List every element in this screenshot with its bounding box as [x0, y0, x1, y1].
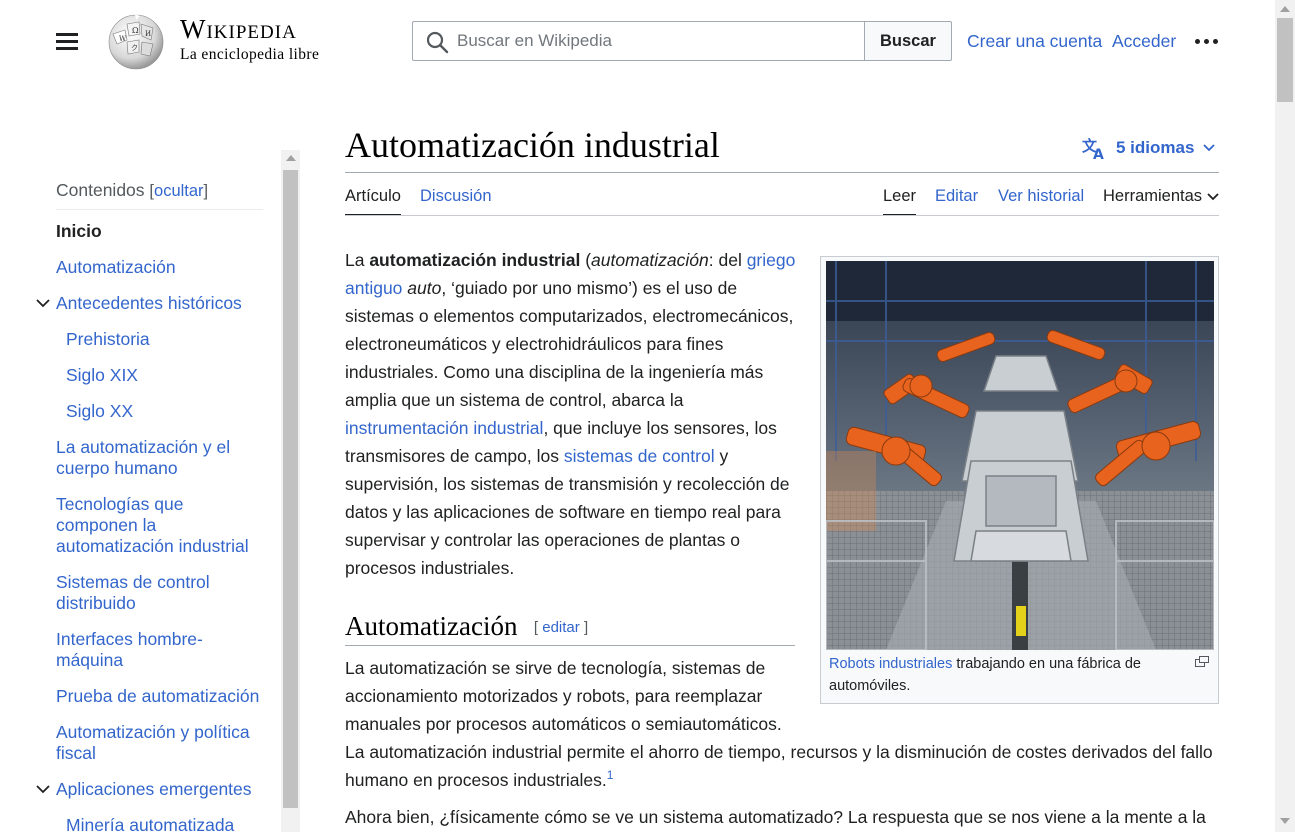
enlarge-icon[interactable] [1195, 656, 1209, 668]
section-edit-wrapper: [ editar ] [533, 619, 589, 636]
language-selector-button[interactable]: 文 A 5 idiomas [1082, 134, 1216, 162]
toc-header: Contenidos [ocultar] [56, 180, 263, 210]
toc-item-siglo-xix[interactable]: Siglo XIX [66, 365, 266, 386]
section-paragraph-1: La automatización se sirve de tecnología… [345, 658, 782, 734]
reference-link[interactable]: 1 [607, 768, 614, 782]
wikipedia-tagline: La enciclopedia libre [180, 46, 320, 63]
section-heading-automatizacion: Automatización [ editar ] [345, 611, 795, 646]
language-count: 5 idiomas [1116, 138, 1195, 157]
toc-item-inicio[interactable]: Inicio [56, 221, 266, 242]
page-title: Automatización industrial [345, 125, 720, 165]
tab-read[interactable]: Leer [883, 187, 916, 206]
toc-item-prehistoria[interactable]: Prehistoria [66, 329, 266, 350]
intro-paragraph: La automatización industrial (automatiza… [345, 246, 800, 582]
wikipedia-globe-logo[interactable]: Ω W И ク [105, 12, 167, 70]
toc-item-politica-fiscal[interactable]: Automatización y política fiscal [56, 722, 261, 764]
toc-item-prueba[interactable]: Prueba de automatización [56, 686, 271, 707]
wordmark-text: Wikipedia [180, 14, 297, 44]
link-sistemas-de-control[interactable]: sistemas de control [564, 446, 715, 466]
toc-hide-link[interactable]: ocultar [154, 182, 204, 200]
svg-text:Ω: Ω [132, 26, 139, 35]
toc-item-aplicaciones[interactable]: Aplicaciones emergentes [56, 779, 271, 800]
toc-item-cuerpo-humano[interactable]: La automatización y el cuerpo humano [56, 437, 256, 479]
svg-text:A: A [1093, 147, 1104, 160]
toc-item-mineria[interactable]: Minería automatizada [66, 815, 271, 832]
translate-icon: 文 A [1082, 137, 1104, 160]
intro-text: La [345, 250, 370, 270]
site-header: Ω W И ク Wikipedia La enciclopedia libre … [0, 0, 1275, 82]
toc-scrollbar-thumb[interactable] [283, 170, 298, 808]
section-paragraph-2: La automatización industrial permite el … [345, 738, 1225, 794]
toc-item-interfaces[interactable]: Interfaces hombre-máquina [56, 629, 216, 671]
paragraph-text: La automatización industrial permite el … [345, 742, 1213, 790]
svg-text:И: И [145, 30, 151, 38]
toc-item-control-distribuido[interactable]: Sistemas de control distribuido [56, 572, 256, 614]
toc-scroll-up-arrow[interactable] [286, 155, 296, 161]
more-options-icon[interactable] [1194, 30, 1220, 52]
intro-italic-term: automatización [591, 250, 709, 270]
chevron-down-icon[interactable] [36, 784, 50, 794]
intro-italic-auto: auto [407, 278, 442, 298]
page-scrollbar-track[interactable] [1275, 0, 1295, 832]
toc-item-siglo-xx[interactable]: Siglo XX [66, 401, 266, 422]
section-heading-text: Automatización [345, 611, 518, 641]
toc-hide-link-wrapper: [ocultar] [149, 182, 209, 200]
link-instrumentacion-industrial[interactable]: instrumentación industrial [345, 418, 543, 438]
chevron-down-icon[interactable] [36, 298, 50, 308]
figure-caption: Robots industriales trabajando en una fá… [829, 653, 1189, 697]
page-scroll-up-arrow[interactable] [1280, 6, 1290, 12]
page-scrollbar-thumb[interactable] [1277, 18, 1293, 102]
search-icon [426, 31, 449, 54]
infobox-figure: Robots industriales trabajando en una fá… [820, 256, 1219, 704]
tab-article[interactable]: Artículo [345, 187, 401, 206]
tab-discussion[interactable]: Discusión [420, 187, 492, 206]
tab-history[interactable]: Ver historial [998, 187, 1084, 206]
toc-item-automatizacion[interactable]: Automatización [56, 257, 266, 278]
search-button[interactable]: Buscar [864, 21, 952, 61]
toc-item-tecnologias[interactable]: Tecnologías que componen la automatizaci… [56, 494, 256, 557]
table-of-contents: Contenidos [ocultar] [56, 180, 278, 210]
intro-text: ( [580, 250, 592, 270]
main-menu-icon[interactable] [52, 26, 82, 56]
chevron-down-icon [1203, 144, 1216, 152]
section-paragraph-3: Ahora bien, ¿físicamente cómo se ve un s… [345, 807, 1206, 827]
title-divider [345, 172, 1219, 173]
intro-text: : del [708, 250, 747, 270]
intro-bold-term: automatización industrial [369, 250, 581, 270]
link-robots-industriales[interactable]: Robots industriales [829, 656, 952, 672]
wikipedia-wordmark[interactable]: Wikipedia [180, 14, 297, 45]
svg-text:ク: ク [131, 44, 138, 52]
toc-heading: Contenidos [56, 180, 145, 200]
tab-edit[interactable]: Editar [935, 187, 978, 206]
search-field[interactable] [412, 21, 865, 61]
page-scroll-down-arrow[interactable] [1280, 818, 1290, 824]
tabs-divider [345, 215, 1219, 216]
login-link[interactable]: Acceder [1112, 31, 1176, 52]
factory-robots-image[interactable] [826, 261, 1214, 650]
tools-label: Herramientas [1103, 187, 1203, 205]
chevron-down-icon [1207, 192, 1219, 200]
svg-text:W: W [119, 35, 127, 43]
section-edit-link[interactable]: editar [542, 619, 580, 636]
create-account-link[interactable]: Crear una cuenta [967, 31, 1102, 52]
tools-dropdown[interactable]: Herramientas [1103, 187, 1220, 206]
search-input[interactable] [457, 22, 857, 60]
toc-item-antecedentes[interactable]: Antecedentes históricos [56, 293, 266, 314]
